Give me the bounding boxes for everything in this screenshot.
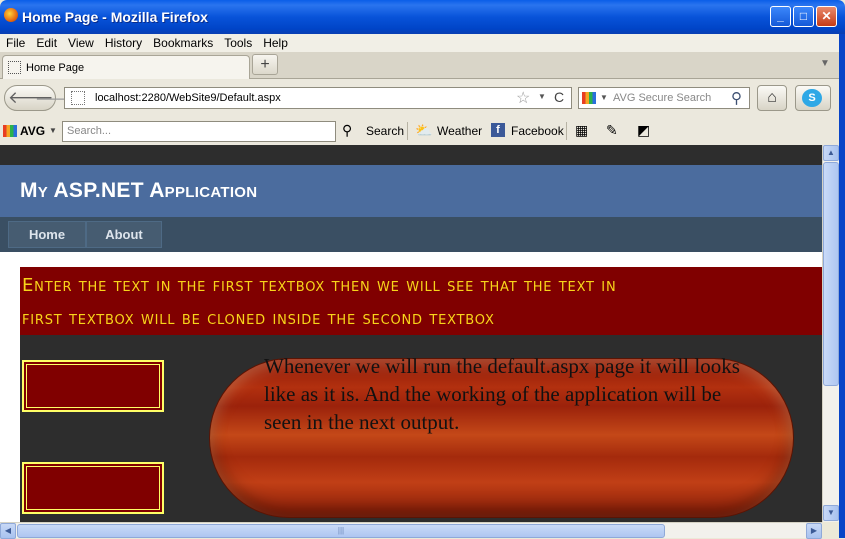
site-identity-icon[interactable]	[71, 91, 85, 105]
snapshot-icon[interactable]: ◩	[637, 122, 650, 139]
search-engine-box[interactable]: ▼ AVG Secure Search ⚲	[578, 87, 750, 109]
page-favicon-icon	[8, 61, 21, 74]
avg-menu-dropdown-icon[interactable]: ▼	[49, 126, 57, 135]
menu-file[interactable]: File	[0, 34, 30, 50]
vertical-scrollbar[interactable]: ▲ ▼	[822, 145, 839, 522]
menu-view[interactable]: View	[62, 34, 99, 50]
search-go-icon[interactable]: ⚲	[731, 89, 742, 107]
facebook-icon[interactable]: f	[491, 123, 505, 137]
bookmark-star-icon[interactable]: ☆	[516, 88, 530, 108]
firefox-icon	[4, 8, 18, 22]
instruction-banner: Enter the text in the first textbox then…	[20, 267, 822, 335]
back-forward-group: 🡐 🡒	[4, 85, 75, 111]
tab-home-page[interactable]: Home Page	[2, 55, 250, 79]
window-frame-edge	[839, 34, 845, 538]
notepad-icon[interactable]: ✎	[606, 122, 618, 139]
minimize-button[interactable]: _	[770, 6, 791, 27]
skype-icon: S	[802, 89, 822, 107]
site-menu: Home About	[0, 217, 822, 252]
site-header: My ASP.NET Application	[0, 165, 822, 217]
window-titlebar: Home Page - Mozilla Firefox _ □ ✕	[0, 0, 845, 34]
history-dropdown-icon[interactable]: ▼	[538, 92, 546, 101]
menu-edit[interactable]: Edit	[30, 34, 62, 50]
list-all-tabs-icon[interactable]: ▼	[820, 58, 830, 69]
search-icon[interactable]: ⚲	[342, 122, 352, 139]
menu-help[interactable]: Help	[257, 34, 293, 50]
search-placeholder[interactable]: AVG Secure Search	[613, 92, 711, 104]
avg-logo[interactable]: AVG	[3, 124, 45, 138]
scroll-left-arrow-icon[interactable]: ◀	[0, 523, 16, 539]
page-top-strip	[0, 145, 822, 165]
home-button[interactable]: ⌂	[757, 85, 787, 111]
navigation-toolbar: 🡐 🡒 localhost:2280/WebSite9/Default.aspx…	[0, 79, 845, 117]
horizontal-scrollbar[interactable]: ◀ ||| ▶	[0, 522, 822, 539]
close-button[interactable]: ✕	[816, 6, 837, 27]
address-bar[interactable]: localhost:2280/WebSite9/Default.aspx ☆ ▼…	[64, 87, 572, 109]
calculator-icon[interactable]: ▦	[575, 122, 588, 139]
scroll-right-arrow-icon[interactable]: ▶	[806, 523, 822, 539]
scroll-up-arrow-icon[interactable]: ▲	[823, 145, 839, 161]
tab-strip: Home Page	[0, 52, 845, 79]
page-viewport: My ASP.NET Application Home About Enter …	[0, 145, 822, 522]
facebook-button[interactable]: Facebook	[511, 124, 564, 138]
banner-line-2: first textbox will be cloned inside the …	[22, 308, 495, 329]
toolbar-separator	[566, 122, 567, 140]
menu-bookmarks[interactable]: Bookmarks	[147, 34, 218, 50]
main-content: Enter the text in the first textbox then…	[20, 267, 822, 522]
pill-description: Whenever we will run the default.aspx pa…	[264, 354, 740, 434]
scroll-down-arrow-icon[interactable]: ▼	[823, 505, 839, 521]
tab-label: Home Page	[26, 62, 85, 74]
new-tab-button[interactable]: +	[252, 54, 278, 75]
avg-logo-icon	[3, 125, 17, 137]
menu-item-home[interactable]: Home	[8, 221, 86, 248]
avg-search-button[interactable]: Search	[366, 124, 404, 138]
first-textbox[interactable]	[22, 360, 164, 412]
second-textbox[interactable]	[22, 462, 164, 514]
reload-icon[interactable]: C	[554, 89, 564, 105]
banner-line-1: Enter the text in the first textbox then…	[22, 275, 617, 296]
maximize-button[interactable]: □	[793, 6, 814, 27]
weather-icon[interactable]: ⛅	[415, 122, 432, 139]
avg-toolbar: AVG ▼ Search... ⚲ Search ⛅ Weather f Fac…	[0, 117, 845, 145]
address-url[interactable]: localhost:2280/WebSite9/Default.aspx	[95, 92, 281, 104]
window-title: Home Page - Mozilla Firefox	[22, 9, 208, 25]
menu-bar: File Edit View History Bookmarks Tools Help	[0, 34, 845, 52]
menu-item-about[interactable]: About	[86, 221, 162, 248]
avg-search-input[interactable]: Search...	[62, 121, 336, 142]
menu-tools[interactable]: Tools	[218, 34, 257, 50]
toolbar-separator	[407, 122, 408, 140]
avg-logo-text: AVG	[20, 124, 46, 138]
avg-engine-icon[interactable]	[582, 92, 596, 104]
weather-button[interactable]: Weather	[437, 124, 482, 138]
vertical-scroll-thumb[interactable]	[823, 162, 839, 386]
app-title: My ASP.NET Application	[20, 179, 258, 202]
skype-button[interactable]: S	[795, 85, 831, 111]
engine-dropdown-icon[interactable]: ▼	[600, 93, 608, 102]
menu-history[interactable]: History	[99, 34, 147, 50]
horizontal-scroll-thumb[interactable]: |||	[17, 524, 665, 538]
